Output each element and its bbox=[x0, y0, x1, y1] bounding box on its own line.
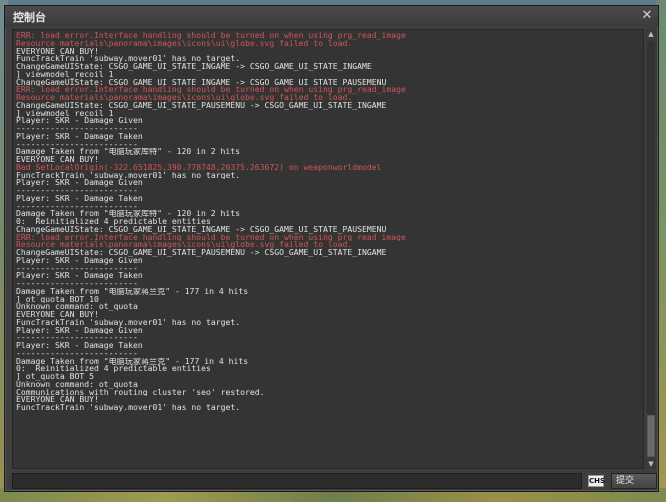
log-line: ------------------------- bbox=[16, 334, 138, 342]
log-line: ] ot_quota BOT 10 bbox=[16, 295, 99, 304]
log-line: Resource materials\panorama\images\icons… bbox=[16, 39, 353, 48]
log-line: Damage Taken from "电脑玩家蒋兰克" - 177 in 4 h… bbox=[16, 357, 249, 366]
log-line: EVERYONE CAN BUY! bbox=[16, 311, 99, 319]
console-log-panel[interactable]: ERR: load error.Interface handling shoul… bbox=[12, 29, 644, 469]
log-line: 0: Reinitialized 4 predictable entities bbox=[16, 218, 211, 226]
ime-indicator-badge: CHS bbox=[588, 475, 606, 487]
log-line: ERR: load error.Interface handling shoul… bbox=[16, 233, 406, 242]
scroll-track[interactable] bbox=[647, 41, 655, 457]
log-line: ] viewmodel_recoil 1 bbox=[16, 109, 114, 118]
log-line: Player: SKR - Damage Given bbox=[16, 256, 143, 265]
log-line: FuncTrackTrain 'subway.mover01' has no t… bbox=[16, 55, 241, 63]
log-line: Damage Taken from "电脑玩家库特" - 120 in 2 hi… bbox=[16, 210, 240, 218]
console-log: ERR: load error.Interface handling shoul… bbox=[16, 32, 626, 412]
log-line: Resource materials\panorama\images\icons… bbox=[16, 94, 353, 102]
log-line: Unknown command: ot_quota bbox=[16, 303, 138, 311]
log-line: Player: SKR - Damage Given bbox=[16, 117, 143, 125]
log-line: Unknown command: ot_quota bbox=[16, 380, 138, 389]
log-line: ] ot_quota BOT 5 bbox=[16, 373, 94, 381]
log-line: Communications with routing cluster 'seo… bbox=[16, 388, 265, 397]
close-icon[interactable]: ✕ bbox=[640, 9, 654, 23]
scroll-down-arrow-icon[interactable]: ▼ bbox=[646, 459, 656, 469]
log-line: ChangeGameUIState: CSGO_GAME_UI_STATE_IN… bbox=[16, 63, 372, 71]
log-line: Player: SKR - Damage Taken bbox=[16, 342, 143, 350]
log-line: Player: SKR - Damage Given bbox=[16, 179, 143, 187]
log-line: ------------------------- bbox=[16, 202, 138, 211]
log-line: Player: SKR - Damage Taken bbox=[16, 272, 143, 280]
log-line: ------------------------- bbox=[16, 349, 138, 358]
log-line: ------------------------- bbox=[16, 140, 138, 149]
log-line: ChangeGameUIState: CSGO_GAME_UI_STATE_PA… bbox=[16, 101, 387, 110]
log-line: ------------------------- bbox=[16, 187, 138, 195]
log-line: EVERYONE CAN BUY! bbox=[16, 47, 99, 56]
log-line: ChangeGameUIState: CSGO_GAME_UI_STATE_IN… bbox=[16, 78, 387, 87]
log-line: ERR: load error.Interface handling shoul… bbox=[16, 86, 406, 94]
log-line: ------------------------- bbox=[16, 125, 138, 133]
submit-button[interactable]: 提交 bbox=[611, 473, 657, 489]
log-line: FuncTrackTrain 'subway.mover01' has no t… bbox=[16, 404, 241, 412]
log-line: ------------------------- bbox=[16, 280, 138, 288]
console-window: 控制台 ✕ ERR: load error.Interface handling… bbox=[4, 5, 659, 492]
log-line: EVERYONE CAN BUY! bbox=[16, 156, 99, 164]
log-line: EVERYONE CAN BUY! bbox=[16, 396, 99, 404]
log-line: ------------------------- bbox=[16, 264, 138, 273]
scroll-up-arrow-icon[interactable]: ▲ bbox=[646, 29, 656, 39]
log-line: Damage Taken from "电脑玩家蒋兰克" - 177 in 4 h… bbox=[16, 287, 249, 296]
log-line: ChangeGameUIState: CSGO_GAME_UI_STATE_IN… bbox=[16, 225, 387, 234]
log-line: Player: SKR - Damage Taken bbox=[16, 194, 143, 203]
log-line: ERR: load error.Interface handling shoul… bbox=[16, 32, 406, 40]
log-line: ChangeGameUIState: CSGO_GAME_UI_STATE_PA… bbox=[16, 249, 387, 257]
log-line: FuncTrackTrain 'subway.mover01' has no t… bbox=[16, 318, 241, 327]
log-line: ] viewmodel_recoil 1 bbox=[16, 70, 114, 79]
command-input[interactable] bbox=[12, 473, 582, 489]
log-line: 0: Reinitialized 4 predictable entities bbox=[16, 365, 211, 373]
log-line: Player: SKR - Damage Taken bbox=[16, 132, 143, 141]
log-scrollbar[interactable]: ▲ ▼ bbox=[645, 29, 657, 469]
scroll-thumb[interactable] bbox=[647, 415, 655, 457]
log-line: Bad SetLocalOrigin(-322.651825,390.77874… bbox=[16, 163, 382, 172]
log-line: Player: SKR - Damage Given bbox=[16, 326, 143, 335]
command-input-row: CHS 提交 bbox=[12, 473, 657, 489]
log-line: Damage Taken from "电脑玩家库特" - 120 in 2 hi… bbox=[16, 148, 240, 156]
log-line: Resource materials\panorama\images\icons… bbox=[16, 241, 353, 249]
log-line: FuncTrackTrain 'subway.mover01' has no t… bbox=[16, 171, 241, 180]
console-title: 控制台 bbox=[13, 11, 46, 24]
console-titlebar[interactable]: 控制台 ✕ bbox=[5, 6, 658, 26]
